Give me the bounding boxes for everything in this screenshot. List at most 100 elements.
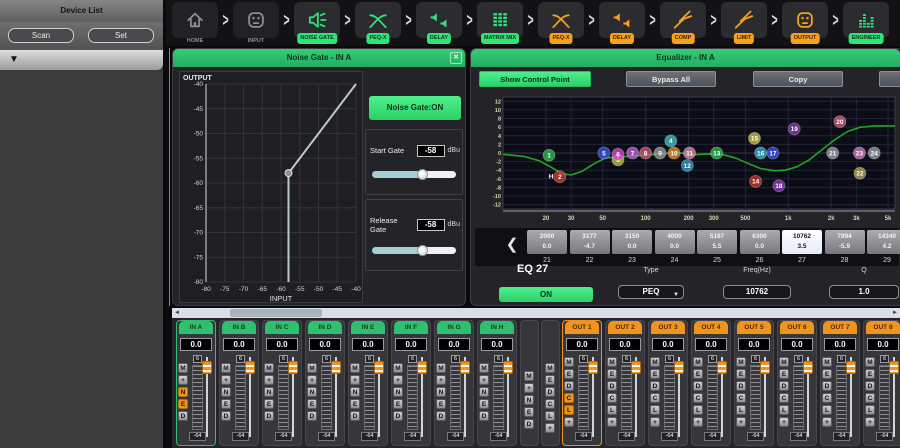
strip-button-c[interactable]: C xyxy=(650,393,660,403)
eq-band-cell-25[interactable]: 51975.5 xyxy=(697,230,737,254)
strip-button-m[interactable]: M xyxy=(545,363,555,373)
strip-button-d[interactable]: D xyxy=(822,381,832,391)
strip-button-c[interactable]: C xyxy=(822,393,832,403)
channel-tab[interactable]: IN D xyxy=(308,321,342,334)
strip-button-e[interactable]: E xyxy=(264,399,274,409)
strip-button-m[interactable]: M xyxy=(650,357,660,367)
strip-button-plus[interactable]: + xyxy=(350,375,360,385)
channel-gain-value[interactable]: 0.0 xyxy=(781,338,813,351)
strip-button-e[interactable]: E xyxy=(479,399,489,409)
strip-button-d[interactable]: D xyxy=(436,411,446,421)
strip-button-c[interactable]: C xyxy=(607,393,617,403)
set-button[interactable]: Set xyxy=(88,28,154,43)
channel-tab[interactable]: IN A xyxy=(179,321,213,334)
strip-button-m[interactable]: M xyxy=(350,363,360,373)
fader-handle[interactable] xyxy=(245,361,255,374)
eq-response-graph[interactable]: 121086420-2-4-6-8-10-1220305010020030050… xyxy=(475,91,899,227)
channel-tab[interactable]: OUT 4 xyxy=(694,321,728,334)
eq-band-cell-26[interactable]: 63000.0 xyxy=(740,230,780,254)
channel-gain-value[interactable]: 0.0 xyxy=(566,338,598,351)
channel-gain-value[interactable]: 0.0 xyxy=(824,338,856,351)
strip-button-plus[interactable]: + xyxy=(479,375,489,385)
strip-button-l[interactable]: L xyxy=(822,405,832,415)
strip-button-d[interactable]: D xyxy=(545,387,555,397)
strip-button-plus[interactable]: + xyxy=(436,375,446,385)
channel-gain-value[interactable]: 0.0 xyxy=(352,338,384,351)
strip-button-m[interactable]: M xyxy=(264,363,274,373)
strip-button-n[interactable]: N xyxy=(264,387,274,397)
close-icon[interactable]: ✕ xyxy=(450,52,462,64)
strip-button-e[interactable]: E xyxy=(779,369,789,379)
channel-gain-value[interactable]: 0.0 xyxy=(695,338,727,351)
strip-button-plus[interactable]: + xyxy=(307,375,317,385)
strip-button-e[interactable]: E xyxy=(524,407,534,417)
toolbar-item-comp[interactable]: COMP xyxy=(660,2,706,46)
strip-button-plus[interactable]: + xyxy=(607,417,617,427)
eq-band-cell-24[interactable]: 40000.0 xyxy=(655,230,695,254)
strip-button-c[interactable]: C xyxy=(779,393,789,403)
strip-button-c[interactable]: C xyxy=(693,393,703,403)
noise-gate-on-button[interactable]: Noise Gate:ON xyxy=(369,96,461,120)
toolbar-item-home[interactable]: HOME xyxy=(172,2,218,46)
toolbar-item-peq-x[interactable]: PEQ-X xyxy=(538,2,584,46)
channel-gain-value[interactable]: 0.0 xyxy=(438,338,470,351)
strip-button-m[interactable]: M xyxy=(393,363,403,373)
channel-tab[interactable]: IN F xyxy=(394,321,428,334)
scan-button[interactable]: Scan xyxy=(8,28,74,43)
strip-button-n[interactable]: N xyxy=(393,387,403,397)
fader-handle[interactable] xyxy=(503,361,513,374)
eq-band-cell-28[interactable]: 7994-5.9 xyxy=(825,230,865,254)
strip-button-plus[interactable]: + xyxy=(178,375,188,385)
strip-button-e[interactable]: E xyxy=(393,399,403,409)
channel-tab[interactable]: IN E xyxy=(351,321,385,334)
strip-button-m[interactable]: M xyxy=(479,363,489,373)
strip-button-m[interactable]: M xyxy=(736,357,746,367)
fader-handle[interactable] xyxy=(803,361,813,374)
strip-button-n[interactable]: N xyxy=(221,387,231,397)
channel-gain-value[interactable]: 0.0 xyxy=(652,338,684,351)
strip-button-d[interactable]: D xyxy=(693,381,703,391)
strip-button-n[interactable]: N xyxy=(178,387,188,397)
strip-button-d[interactable]: D xyxy=(865,381,875,391)
bypass-all-button[interactable]: Bypass All xyxy=(626,71,716,87)
channel-tab[interactable]: OUT 3 xyxy=(651,321,685,334)
release-gate-slider[interactable] xyxy=(372,246,456,255)
channel-tab[interactable]: OUT 1 xyxy=(565,321,599,334)
scrollbar-thumb[interactable] xyxy=(230,309,322,317)
channel-gain-value[interactable]: 0.0 xyxy=(609,338,641,351)
toolbar-item-peq-x[interactable]: PEQ-X xyxy=(355,2,401,46)
fader-handle[interactable] xyxy=(631,361,641,374)
fader-handle[interactable] xyxy=(674,361,684,374)
strip-button-m[interactable]: M xyxy=(524,371,534,381)
strip-button-plus[interactable]: + xyxy=(545,423,555,433)
strip-button-e[interactable]: E xyxy=(822,369,832,379)
strip-button-n[interactable]: N xyxy=(436,387,446,397)
fader-handle[interactable] xyxy=(717,361,727,374)
strip-button-m[interactable]: M xyxy=(307,363,317,373)
show-control-point-button[interactable]: Show Control Point xyxy=(479,71,591,87)
channel-gain-value[interactable]: 0.0 xyxy=(180,338,212,351)
strip-button-m[interactable]: M xyxy=(693,357,703,367)
eq-on-button[interactable]: ON xyxy=(499,287,593,302)
strip-button-e[interactable]: E xyxy=(564,369,574,379)
fader-handle[interactable] xyxy=(588,361,598,374)
strip-button-l[interactable]: L xyxy=(545,411,555,421)
strip-button-plus[interactable]: + xyxy=(221,375,231,385)
strip-button-plus[interactable]: + xyxy=(736,417,746,427)
strip-button-d[interactable]: D xyxy=(350,411,360,421)
channel-tab[interactable]: OUT 2 xyxy=(608,321,642,334)
strip-button-m[interactable]: M xyxy=(607,357,617,367)
strip-button-c[interactable]: C xyxy=(564,393,574,403)
channel-tab[interactable]: OUT 5 xyxy=(737,321,771,334)
start-gate-slider[interactable] xyxy=(372,170,456,179)
strip-button-plus[interactable]: + xyxy=(264,375,274,385)
toolbar-item-delay[interactable]: DELAY xyxy=(599,2,645,46)
strip-button-l[interactable]: L xyxy=(693,405,703,415)
strip-button-d[interactable]: D xyxy=(650,381,660,391)
fader-handle[interactable] xyxy=(760,361,770,374)
strip-button-d[interactable]: D xyxy=(178,411,188,421)
strip-button-d[interactable]: D xyxy=(736,381,746,391)
eq-response-chart[interactable]: 121086420-2-4-6-8-10-1220305010020030050… xyxy=(475,91,899,227)
toolbar-item-input[interactable]: INPUT xyxy=(233,2,279,46)
toolbar-item-engineer[interactable]: ENGINEER xyxy=(843,2,889,46)
